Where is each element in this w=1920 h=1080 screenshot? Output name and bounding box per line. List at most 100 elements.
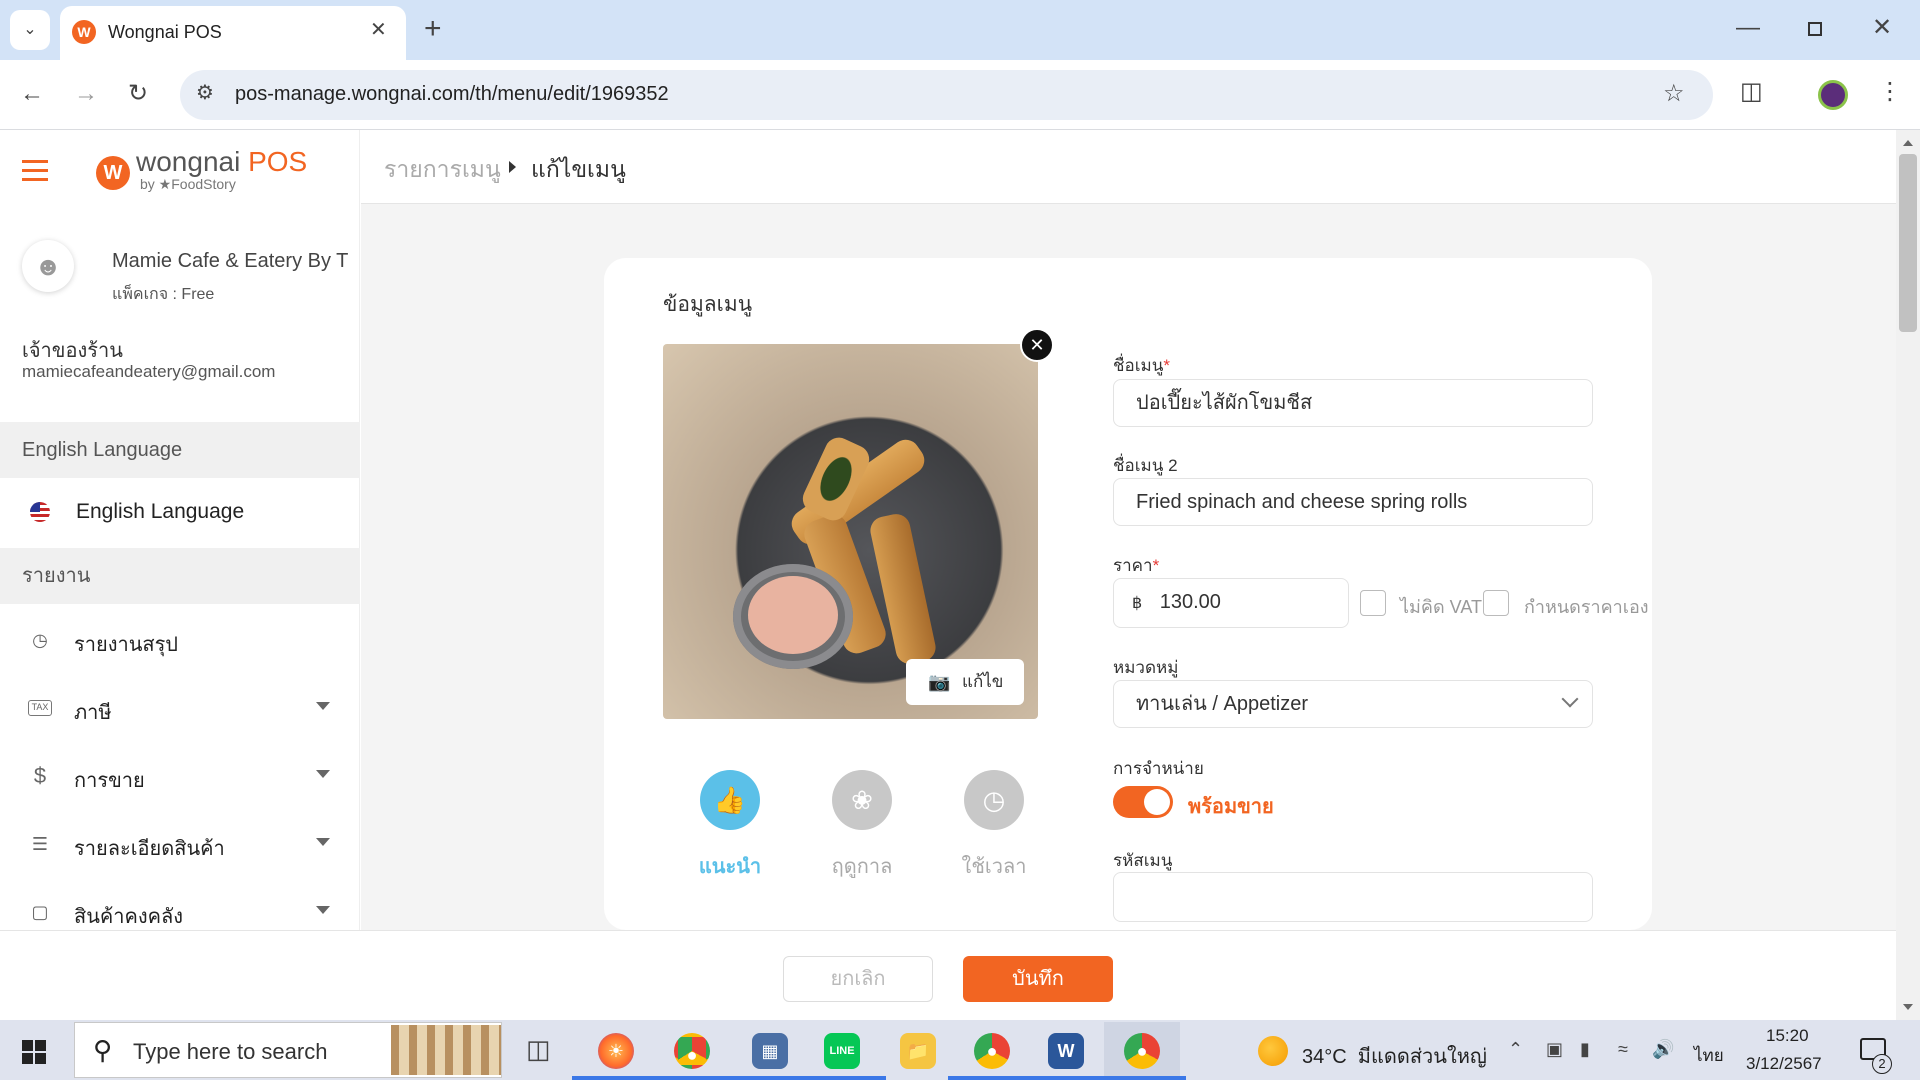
wongnai-favicon-icon: W — [72, 20, 96, 44]
sidebar-item-product-details[interactable]: ☰ รายละเอียดสินค้า — [0, 812, 360, 880]
volume-icon[interactable]: 🔊 — [1652, 1040, 1674, 1058]
sidebar-item-english-language[interactable]: English Language — [0, 478, 360, 544]
hamburger-menu-icon[interactable] — [22, 160, 48, 182]
price-label: ราคา* — [1113, 556, 1160, 575]
shop-name: Mamie Cafe & Eatery By T — [112, 250, 349, 272]
menu-code-label: รหัสเมนู — [1113, 851, 1173, 870]
list-icon: ☰ — [31, 834, 49, 854]
shop-avatar: ☻ — [22, 240, 74, 292]
sidebar-item-tax[interactable]: TAX ภาษี — [0, 676, 360, 744]
scroll-down-arrow-icon[interactable] — [1903, 1004, 1913, 1010]
sidebar-item-summary-report[interactable]: ◷ รายงานสรุป — [0, 608, 360, 676]
input-language[interactable]: ไทย — [1694, 1042, 1724, 1069]
new-tab-icon[interactable]: + — [424, 14, 442, 44]
camera-icon: 📷 — [928, 672, 951, 692]
menu-info-card: ข้อมูลเมนู 📷 แก้ไข ✕ 👍 แนะนำ ❀ ฤดูกาล ◷ … — [604, 258, 1652, 930]
page-scrollbar[interactable] — [1896, 130, 1920, 1020]
restore-window-icon[interactable] — [1808, 22, 1822, 36]
time-tag-label: ใช้เวลา — [961, 856, 1027, 878]
firefox-icon[interactable]: ☀ — [598, 1033, 634, 1069]
sidebar-item-inventory[interactable]: ▢ สินค้าคงคลัง — [0, 880, 360, 930]
forward-icon[interactable]: → — [74, 82, 98, 106]
wongnai-logo-icon: W — [96, 156, 130, 190]
no-vat-label: ไม่คิด VAT — [1400, 597, 1482, 617]
menu-code-input[interactable] — [1113, 872, 1593, 922]
season-tag-button[interactable]: ❀ — [832, 770, 892, 830]
running-indicator — [798, 1076, 886, 1080]
running-indicator — [572, 1076, 660, 1080]
battery-icon[interactable]: ▮ — [1580, 1040, 1590, 1058]
price-input[interactable]: ฿ 130.00 — [1113, 578, 1349, 628]
brand-pos: POS — [248, 146, 308, 177]
no-vat-checkbox[interactable] — [1360, 590, 1386, 616]
scrollbar-thumb[interactable] — [1899, 154, 1917, 332]
category-select[interactable]: ทานเล่น / Appetizer — [1113, 680, 1593, 728]
wifi-icon[interactable]: ≈ — [1618, 1040, 1628, 1058]
weather-text[interactable]: 34°C มีแดดส่วนใหญ่ — [1302, 1040, 1487, 1072]
back-icon[interactable]: ← — [20, 82, 44, 106]
extensions-icon[interactable]: ◫ — [1740, 80, 1763, 104]
windows-start-icon[interactable] — [22, 1040, 46, 1064]
edit-photo-button[interactable]: 📷 แก้ไข — [906, 659, 1024, 705]
weather-icon — [1258, 1036, 1288, 1066]
chevron-down-icon[interactable] — [316, 906, 330, 914]
required-mark: * — [1163, 356, 1171, 375]
search-placeholder: Type here to search — [133, 1039, 328, 1064]
running-indicator — [1022, 1076, 1110, 1080]
clock-time[interactable]: 15:20 — [1766, 1026, 1809, 1046]
sale-toggle[interactable] — [1113, 786, 1173, 818]
chevron-down-icon[interactable] — [316, 838, 330, 846]
minimize-window-icon[interactable]: — — [1736, 16, 1760, 40]
recommend-tag-button[interactable]: 👍 — [700, 770, 760, 830]
calculator-icon[interactable]: ▦ — [752, 1033, 788, 1069]
line-app-icon[interactable]: LINE — [824, 1033, 860, 1069]
url-text[interactable]: pos-manage.wongnai.com/th/menu/edit/1969… — [235, 83, 669, 106]
remove-photo-button[interactable]: ✕ — [1020, 328, 1054, 362]
bookmark-star-icon[interactable]: ☆ — [1663, 82, 1685, 106]
chrome-profile-icon[interactable]: ● — [674, 1033, 710, 1069]
show-hidden-icons-icon[interactable]: ⌃ — [1508, 1040, 1523, 1058]
scroll-up-arrow-icon[interactable] — [1903, 140, 1913, 146]
browser-menu-icon[interactable]: ⋮ — [1878, 80, 1902, 104]
time-tag-button[interactable]: ◷ — [964, 770, 1024, 830]
address-bar[interactable]: ⚙ pos-manage.wongnai.com/th/menu/edit/19… — [180, 70, 1713, 120]
clock-date[interactable]: 3/12/2567 — [1746, 1054, 1822, 1074]
close-window-icon[interactable]: ✕ — [1872, 16, 1892, 40]
word-icon[interactable]: W — [1048, 1033, 1084, 1069]
meet-now-icon[interactable]: ▣ — [1546, 1040, 1563, 1058]
sidebar-item-label: รายละเอียดสินค้า — [74, 838, 225, 860]
edit-photo-label: แก้ไข — [962, 672, 1004, 691]
sidebar: W wongnai POS by ★FoodStory ☻ Mamie Cafe… — [0, 130, 360, 930]
reload-icon[interactable]: ↻ — [128, 82, 148, 106]
tab-list-chevron-icon[interactable]: ⌄ — [10, 10, 50, 50]
menu-name2-input[interactable]: Fried spinach and cheese spring rolls — [1113, 478, 1593, 526]
breadcrumb-parent-link[interactable]: รายการเมนู — [384, 152, 501, 188]
close-tab-icon[interactable]: ✕ — [370, 20, 387, 40]
save-button[interactable]: บันทึก — [963, 956, 1113, 1002]
chrome-icon[interactable]: ● — [1124, 1033, 1160, 1069]
sidebar-item-label: สินค้าคงคลัง — [74, 906, 184, 928]
us-flag-icon — [30, 502, 50, 522]
leaf-icon: ❀ — [851, 785, 873, 815]
menu-photo: 📷 แก้ไข — [663, 344, 1038, 719]
sidebar-item-label: รายงานสรุป — [74, 634, 179, 656]
chevron-down-icon[interactable] — [316, 702, 330, 710]
profile-avatar[interactable] — [1818, 80, 1848, 110]
menu-name-input[interactable]: ปอเปี๊ยะไส้ผักโขมชีส — [1113, 379, 1593, 427]
user-email: mamiecafeandeatery@gmail.com — [22, 362, 276, 381]
sidebar-item-sales[interactable]: $ การขาย — [0, 744, 360, 812]
running-indicator — [1098, 1076, 1186, 1080]
custom-price-label: กำหนดราคาเอง — [1524, 597, 1649, 617]
taskbar-search-box[interactable]: ⚲ Type here to search — [74, 1022, 502, 1078]
site-settings-icon[interactable]: ⚙ — [196, 83, 214, 103]
custom-price-checkbox[interactable] — [1483, 590, 1509, 616]
card-title: ข้อมูลเมนู — [663, 293, 753, 316]
search-highlight-image — [391, 1025, 501, 1075]
browser-tab[interactable]: W Wongnai POS ✕ — [60, 6, 406, 60]
file-explorer-icon[interactable]: 📁 — [900, 1033, 936, 1069]
cancel-button[interactable]: ยกเลิก — [783, 956, 933, 1002]
chrome-wongnai-icon[interactable]: ● — [974, 1033, 1010, 1069]
chevron-down-icon[interactable] — [316, 770, 330, 778]
running-indicator — [648, 1076, 736, 1080]
task-view-icon[interactable]: ◫ — [526, 1036, 551, 1062]
